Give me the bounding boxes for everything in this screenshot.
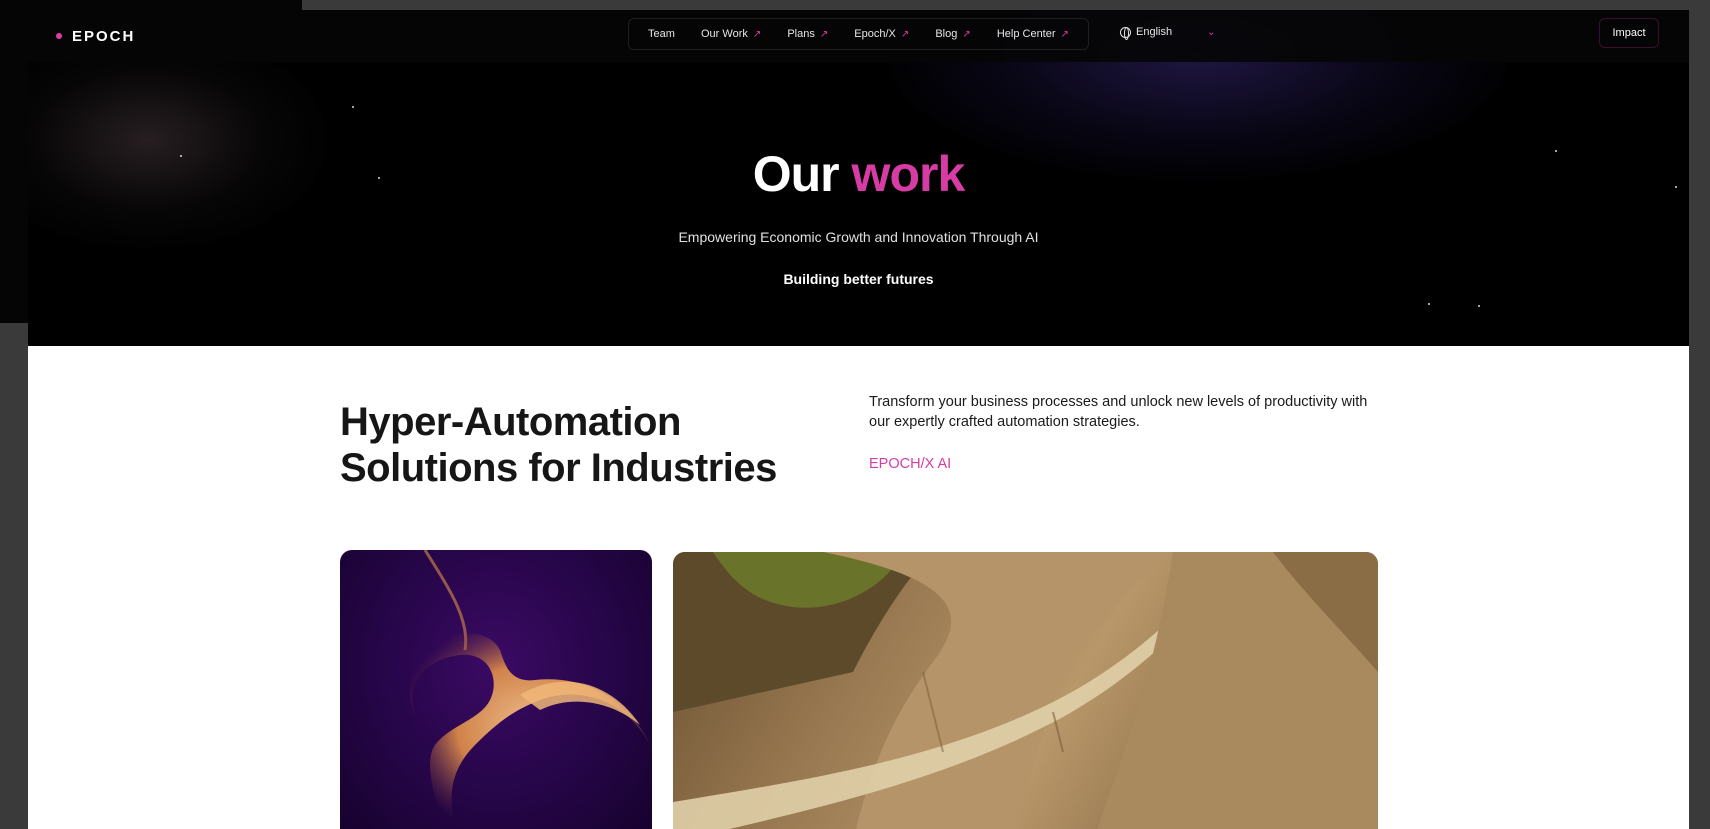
- nav-item-help-center[interactable]: Help Center ↗: [997, 28, 1069, 40]
- nav-item-our-work[interactable]: Our Work ↗: [701, 28, 761, 40]
- arrow-up-right-icon: ↗: [752, 28, 762, 40]
- arrow-up-right-icon: ↗: [819, 28, 829, 40]
- nav-item-label: Plans: [787, 28, 815, 40]
- mountain-illustration: [673, 552, 1378, 829]
- arrow-up-right-icon: ↗: [1060, 28, 1069, 40]
- flame-image-card[interactable]: [340, 550, 652, 829]
- page-title: Our work: [28, 145, 1689, 203]
- window-top-bar: [302, 0, 1710, 10]
- language-selector[interactable]: English ⌄: [1120, 26, 1216, 40]
- mountain-image-card[interactable]: [673, 552, 1378, 829]
- star: [352, 106, 354, 108]
- nav-item-label: Epoch/X: [854, 28, 896, 40]
- nav-item-plans[interactable]: Plans ↗: [787, 28, 828, 40]
- heading-line: Hyper-Automation: [340, 400, 681, 444]
- top-navigation: EPOCH Team Our Work ↗ Plans ↗ Epoch/X ↗: [28, 10, 1689, 62]
- main-menu: Team Our Work ↗ Plans ↗ Epoch/X ↗ Blog ↗: [628, 18, 1089, 50]
- hero-tagline: Building better futures: [783, 271, 934, 287]
- page: EPOCH Team Our Work ↗ Plans ↗ Epoch/X ↗: [28, 10, 1689, 829]
- language-label: English: [1136, 26, 1173, 38]
- chevron-down-icon: ⌄: [1207, 26, 1216, 38]
- hero-section: EPOCH Team Our Work ↗ Plans ↗ Epoch/X ↗: [28, 10, 1689, 346]
- brand-logo[interactable]: EPOCH: [56, 27, 135, 45]
- title-accent: work: [851, 146, 966, 202]
- nav-item-label: Our Work: [701, 28, 748, 40]
- nav-item-label: Team: [648, 28, 675, 40]
- section-description: Transform your business processes and un…: [869, 394, 1368, 430]
- nav-item-blog[interactable]: Blog ↗: [935, 28, 970, 40]
- arrow-up-right-icon: ↗: [900, 28, 910, 40]
- nav-item-label: Blog: [935, 28, 958, 40]
- nav-item-label: Help Center: [996, 28, 1056, 40]
- heading-line: Solutions for Industries: [340, 446, 777, 490]
- globe-icon: [1120, 26, 1131, 40]
- nav-item-epoch-x[interactable]: Epoch/X ↗: [854, 28, 909, 40]
- star: [1428, 303, 1430, 305]
- title-plain: Our: [752, 146, 840, 202]
- hero-subtitle: Empowering Economic Growth and Innovatio…: [678, 229, 1039, 245]
- flame-illustration: [409, 550, 652, 829]
- nav-item-team[interactable]: Team: [648, 28, 675, 40]
- epochx-ai-link[interactable]: EPOCH/X AI: [869, 456, 951, 472]
- section-heading: Hyper-Automation Solutions for Industrie…: [340, 399, 820, 491]
- impact-button[interactable]: Impact: [1599, 18, 1659, 48]
- logo-dot-icon: [56, 33, 62, 39]
- star: [1478, 305, 1480, 307]
- arrow-up-right-icon: ↗: [962, 28, 971, 40]
- hero-glow-left: [28, 30, 328, 250]
- logo-text: EPOCH: [72, 27, 136, 45]
